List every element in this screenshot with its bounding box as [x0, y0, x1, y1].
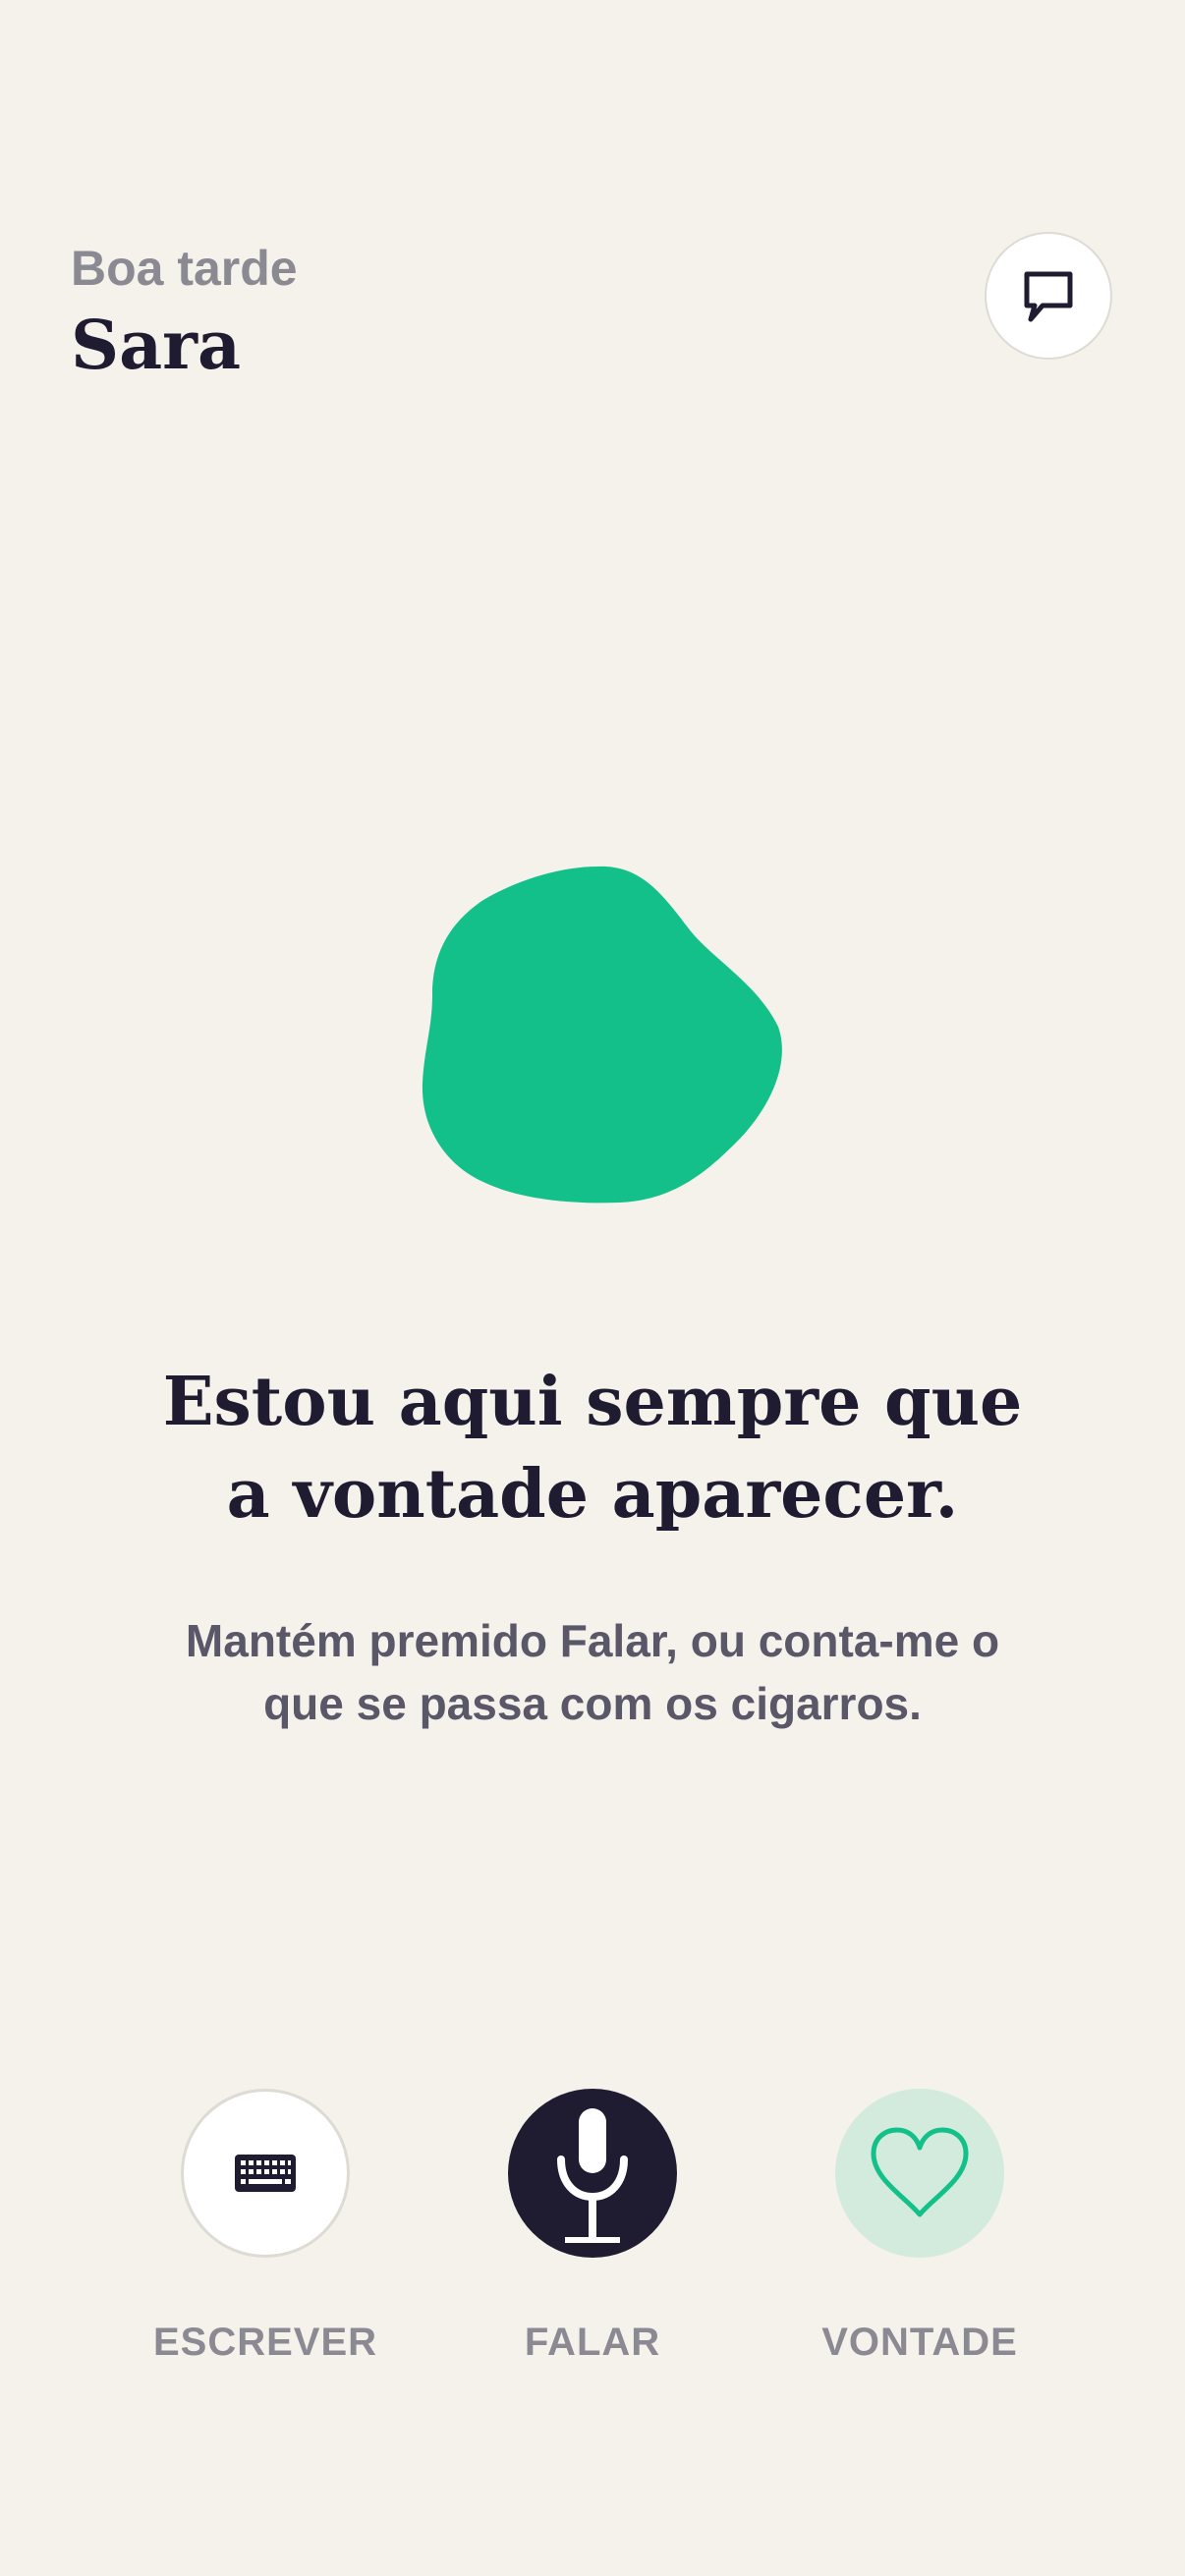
craving-button[interactable]: [835, 2089, 1004, 2258]
greeting-text: Boa tarde: [71, 241, 298, 296]
speak-label: FALAR: [524, 2321, 661, 2364]
write-button[interactable]: [181, 2089, 350, 2258]
chat-bubble-icon: [1024, 271, 1073, 322]
greeting-header: Boa tarde Sara: [71, 244, 298, 379]
headline: Estou aqui sempre que a vontade aparecer…: [0, 1356, 1185, 1540]
speak-button[interactable]: [508, 2089, 677, 2258]
heart-icon: [871, 2127, 969, 2217]
instruction-line-2: que se passa com os cigarros.: [263, 1678, 922, 1729]
headline-line-2: a vontade aparecer.: [226, 1455, 959, 1534]
headline-line-1: Estou aqui sempre que: [162, 1363, 1023, 1441]
microphone-icon: [557, 2108, 628, 2243]
chat-button[interactable]: [985, 232, 1112, 360]
instruction-line-1: Mantém premido Falar, ou conta-me o: [185, 1615, 1000, 1666]
write-label: ESCREVER: [152, 2321, 378, 2364]
voice-blob: [422, 866, 782, 1204]
instruction-text: Mantém premido Falar, ou conta-me o que …: [128, 1609, 1057, 1735]
keyboard-icon: [235, 2155, 296, 2192]
user-name: Sara: [71, 307, 242, 385]
craving-label: VONTADE: [821, 2321, 1018, 2364]
craving-action[interactable]: VONTADE: [792, 2089, 1047, 2365]
speak-action[interactable]: FALAR: [465, 2089, 720, 2365]
write-action[interactable]: ESCREVER: [138, 2089, 393, 2365]
